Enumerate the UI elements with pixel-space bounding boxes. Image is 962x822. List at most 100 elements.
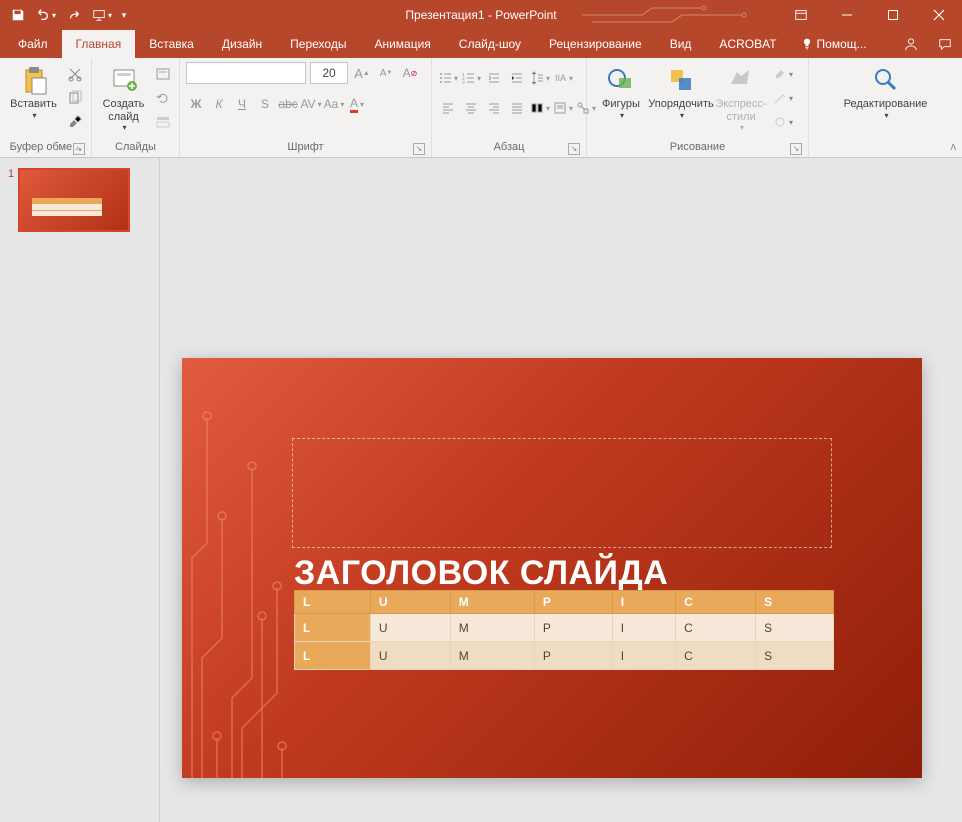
- group-paragraph-label: Абзац: [494, 141, 525, 153]
- slide-canvas-area[interactable]: ЗАГОЛОВОК СЛАЙДА L U M P I C S L U M P I: [160, 158, 962, 822]
- bullets-button[interactable]: [438, 68, 458, 88]
- table-cell[interactable]: S: [756, 591, 834, 614]
- decrease-indent-button[interactable]: [484, 68, 504, 88]
- ribbon-display-button[interactable]: [778, 0, 824, 30]
- table-cell[interactable]: L: [295, 642, 371, 670]
- tab-review[interactable]: Рецензирование: [535, 30, 656, 58]
- table-cell[interactable]: P: [534, 642, 612, 670]
- group-slides-label: Слайды: [98, 139, 173, 157]
- italic-button[interactable]: К: [209, 94, 229, 114]
- table-cell[interactable]: I: [612, 642, 675, 670]
- numbering-icon: 123: [461, 71, 475, 85]
- close-button[interactable]: [916, 0, 962, 30]
- text-direction-button[interactable]: IIA: [553, 68, 573, 88]
- sign-in-button[interactable]: [894, 30, 928, 58]
- table-cell[interactable]: S: [756, 614, 834, 642]
- drawing-dialog-launcher[interactable]: ↘: [790, 143, 802, 155]
- slide-thumbnail-1[interactable]: 1: [8, 168, 151, 232]
- bold-button[interactable]: Ж: [186, 94, 206, 114]
- qat-customize-button[interactable]: ▾: [118, 3, 130, 27]
- paragraph-dialog-launcher[interactable]: ↘: [568, 143, 580, 155]
- title-placeholder[interactable]: [292, 438, 832, 548]
- tab-file[interactable]: Файл: [4, 30, 62, 58]
- table-cell[interactable]: I: [612, 591, 675, 614]
- slide-table[interactable]: L U M P I C S L U M P I C S: [294, 590, 834, 670]
- slide-title-text[interactable]: ЗАГОЛОВОК СЛАЙДА: [294, 554, 668, 593]
- shape-fill-button[interactable]: [773, 64, 793, 84]
- redo-button[interactable]: [62, 3, 86, 27]
- table-cell[interactable]: C: [676, 642, 756, 670]
- table-cell[interactable]: M: [450, 591, 534, 614]
- columns-button[interactable]: [530, 98, 550, 118]
- table-cell[interactable]: U: [370, 614, 450, 642]
- tab-acrobat[interactable]: ACROBAT: [705, 30, 790, 58]
- table-cell[interactable]: C: [676, 614, 756, 642]
- underline-button[interactable]: Ч: [232, 94, 252, 114]
- quick-styles-button[interactable]: Экспресс-стили: [713, 62, 769, 132]
- char-spacing-button[interactable]: AV: [301, 94, 321, 114]
- shape-outline-button[interactable]: [773, 88, 793, 108]
- tab-insert[interactable]: Вставка: [135, 30, 208, 58]
- tab-home[interactable]: Главная: [62, 30, 136, 58]
- copy-button[interactable]: [65, 88, 85, 108]
- align-center-button[interactable]: [461, 98, 481, 118]
- font-size-input[interactable]: [310, 62, 348, 84]
- format-painter-button[interactable]: [65, 112, 85, 132]
- effects-icon: [773, 115, 787, 129]
- paste-button[interactable]: Вставить: [6, 62, 61, 120]
- justify-button[interactable]: [507, 98, 527, 118]
- save-button[interactable]: [6, 3, 30, 27]
- shadow-button[interactable]: S: [255, 94, 275, 114]
- arrange-button[interactable]: Упорядочить: [653, 62, 709, 120]
- table-cell[interactable]: L: [295, 614, 371, 642]
- font-dialog-launcher[interactable]: ↘: [413, 143, 425, 155]
- comments-button[interactable]: [928, 30, 962, 58]
- tab-slideshow[interactable]: Слайд-шоу: [445, 30, 535, 58]
- start-from-beginning-button[interactable]: [90, 3, 114, 27]
- align-text-button[interactable]: [553, 98, 573, 118]
- table-cell[interactable]: U: [370, 642, 450, 670]
- table-cell[interactable]: U: [370, 591, 450, 614]
- slide-layout-button[interactable]: [153, 64, 173, 84]
- grow-font-button[interactable]: A▲: [352, 63, 372, 83]
- align-right-button[interactable]: [484, 98, 504, 118]
- table-cell[interactable]: L: [295, 591, 371, 614]
- line-spacing-button[interactable]: [530, 68, 550, 88]
- slide-reset-button[interactable]: [153, 88, 173, 108]
- font-name-input[interactable]: [186, 62, 306, 84]
- table-cell[interactable]: S: [756, 642, 834, 670]
- table-cell[interactable]: P: [534, 614, 612, 642]
- table-cell[interactable]: I: [612, 614, 675, 642]
- table-cell[interactable]: C: [676, 591, 756, 614]
- tell-me-help[interactable]: Помощ...: [791, 30, 877, 58]
- align-left-button[interactable]: [438, 98, 458, 118]
- strikethrough-button[interactable]: abc: [278, 94, 298, 114]
- new-slide-button[interactable]: Создать слайд: [98, 62, 149, 132]
- shapes-button[interactable]: Фигуры: [593, 62, 649, 120]
- table-cell[interactable]: P: [534, 591, 612, 614]
- tab-design[interactable]: Дизайн: [208, 30, 276, 58]
- tab-view[interactable]: Вид: [656, 30, 706, 58]
- numbering-button[interactable]: 123: [461, 68, 481, 88]
- slide[interactable]: ЗАГОЛОВОК СЛАЙДА L U M P I C S L U M P I: [182, 358, 922, 778]
- tab-transitions[interactable]: Переходы: [276, 30, 360, 58]
- clipboard-dialog-launcher[interactable]: ↘: [73, 143, 85, 155]
- clear-formatting-button[interactable]: A⊘: [400, 63, 420, 83]
- shape-effects-button[interactable]: [773, 112, 793, 132]
- editing-button[interactable]: Редактирование: [858, 62, 914, 120]
- table-cell[interactable]: M: [450, 642, 534, 670]
- table-cell[interactable]: M: [450, 614, 534, 642]
- increase-indent-button[interactable]: [507, 68, 527, 88]
- cut-button[interactable]: [65, 64, 85, 84]
- undo-button[interactable]: [34, 3, 58, 27]
- maximize-button[interactable]: [870, 0, 916, 30]
- title-bar: ▾ Презентация1 - PowerPoint: [0, 0, 962, 30]
- font-color-button[interactable]: A: [347, 94, 367, 114]
- change-case-button[interactable]: Aa: [324, 94, 344, 114]
- shrink-font-button[interactable]: A▼: [376, 63, 396, 83]
- thumbnail-preview: [18, 168, 130, 232]
- collapse-ribbon-button[interactable]: ʌ: [951, 141, 957, 153]
- tab-animations[interactable]: Анимация: [360, 30, 444, 58]
- slide-section-button[interactable]: [153, 112, 173, 132]
- minimize-button[interactable]: [824, 0, 870, 30]
